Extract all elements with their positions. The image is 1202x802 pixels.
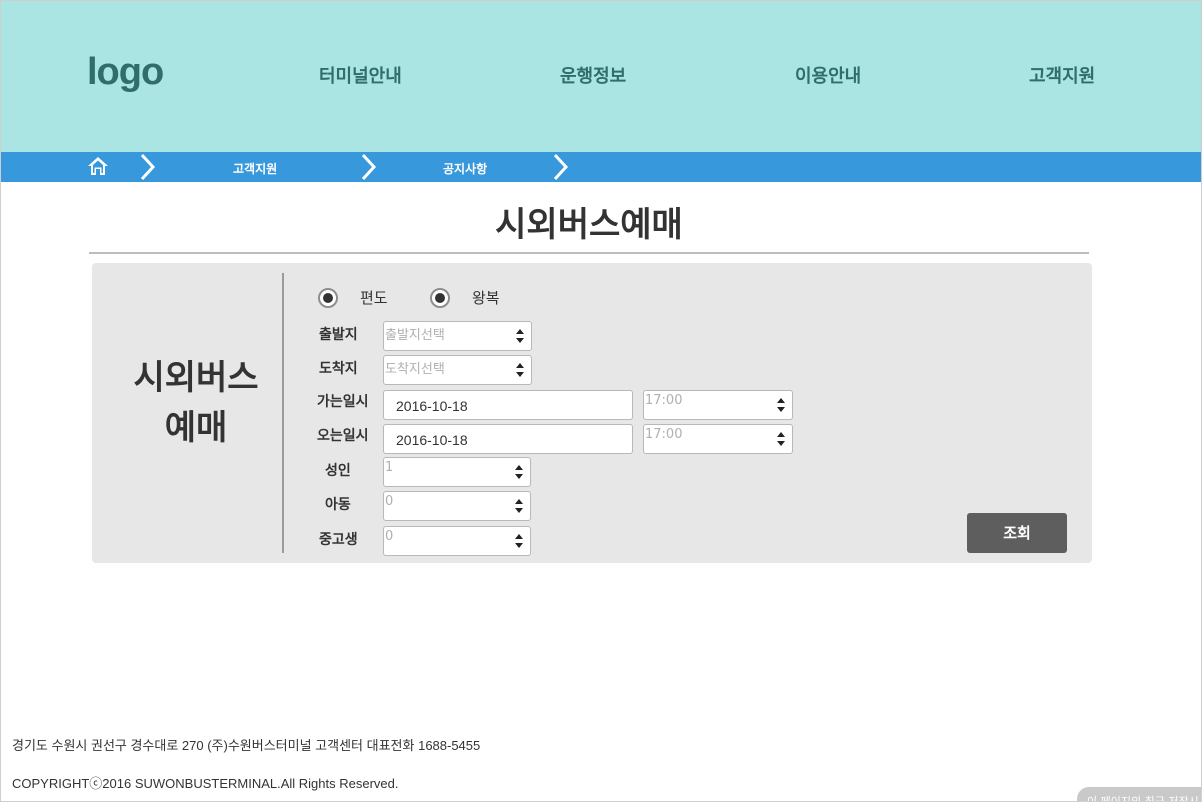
go-time-value: 17:00: [645, 393, 683, 408]
departure-label: 출발지: [319, 327, 358, 343]
up-down-arrows-icon: [515, 465, 523, 479]
up-down-arrows-icon: [515, 499, 523, 513]
radio-label-one-way: 편도: [360, 289, 388, 307]
nav-terminal-info[interactable]: 터미널안내: [319, 62, 402, 88]
logo[interactable]: logo: [87, 51, 164, 94]
booking-panel: 시외버스 예매 편도 왕복 출발지 출발지선택 도착지 도착지선택 가는일시 2…: [92, 263, 1092, 563]
return-time-select[interactable]: 17:00: [643, 424, 793, 454]
breadcrumb-item-notice[interactable]: 공지사항: [443, 160, 487, 177]
go-datetime-label: 가는일시: [317, 394, 369, 410]
panel-divider: [282, 273, 284, 553]
chevron-right-icon: [553, 153, 569, 181]
page: logo 터미널안내 운행정보 이용안내 고객지원 고객지원 공지사항 시외버스…: [0, 0, 1202, 802]
child-count-value: 0: [385, 494, 394, 509]
breadcrumb: 고객지원 공지사항: [1, 152, 1201, 182]
side-title-line-2: 예매: [164, 408, 228, 448]
trip-type-round-trip[interactable]: 왕복: [430, 287, 500, 308]
student-count-value: 0: [385, 529, 394, 544]
student-label: 중고생: [319, 532, 358, 548]
return-datetime-label: 오는일시: [317, 428, 369, 444]
child-label: 아동: [325, 497, 351, 513]
nav-operation-info[interactable]: 운행정보: [560, 62, 626, 88]
departure-select[interactable]: 출발지선택: [383, 321, 532, 351]
adult-label: 성인: [325, 463, 351, 479]
up-down-arrows-icon: [515, 534, 523, 548]
trip-type-one-way[interactable]: 편도: [318, 287, 388, 308]
home-icon[interactable]: [87, 156, 109, 176]
child-count-select[interactable]: 0: [383, 491, 531, 521]
page-title: 시외버스예매: [495, 205, 683, 245]
corner-save-note: 이 페이지의 최근 저장시: [1077, 787, 1201, 801]
panel-side-title: 시외버스 예매: [114, 353, 278, 453]
side-title-line-1: 시외버스: [133, 358, 259, 398]
departure-select-value: 출발지선택: [385, 328, 445, 343]
go-date-input[interactable]: 2016-10-18: [383, 390, 633, 420]
adult-count-value: 1: [385, 460, 394, 475]
go-time-select[interactable]: 17:00: [643, 390, 793, 420]
up-down-arrows-icon: [516, 329, 524, 343]
return-date-input[interactable]: 2016-10-18: [383, 424, 633, 454]
student-count-select[interactable]: 0: [383, 526, 531, 556]
breadcrumb-item-customer-support[interactable]: 고객지원: [233, 160, 277, 177]
chevron-right-icon: [361, 153, 377, 181]
return-time-value: 17:00: [645, 427, 683, 442]
footer-address: 경기도 수원시 권선구 경수대로 270 (주)수원버스터미널 고객센터 대표전…: [12, 738, 481, 753]
arrival-select[interactable]: 도착지선택: [383, 355, 532, 385]
adult-count-select[interactable]: 1: [383, 457, 531, 487]
site-header: logo 터미널안내 운행정보 이용안내 고객지원: [1, 1, 1201, 152]
title-divider: [89, 252, 1089, 254]
arrival-select-value: 도착지선택: [385, 362, 445, 377]
nav-customer-support[interactable]: 고객지원: [1029, 62, 1095, 88]
up-down-arrows-icon: [777, 432, 785, 446]
nav-usage-guide[interactable]: 이용안내: [795, 62, 861, 88]
search-button[interactable]: 조회: [967, 513, 1067, 553]
chevron-right-icon: [140, 153, 156, 181]
arrival-label: 도착지: [319, 361, 358, 377]
radio-label-round-trip: 왕복: [472, 289, 500, 307]
footer-copyright: COPYRIGHTⓒ2016 SUWONBUSTERMINAL.All Righ…: [12, 776, 399, 791]
radio-round-trip[interactable]: [430, 287, 450, 308]
radio-one-way[interactable]: [318, 287, 338, 308]
up-down-arrows-icon: [516, 363, 524, 377]
up-down-arrows-icon: [777, 398, 785, 412]
